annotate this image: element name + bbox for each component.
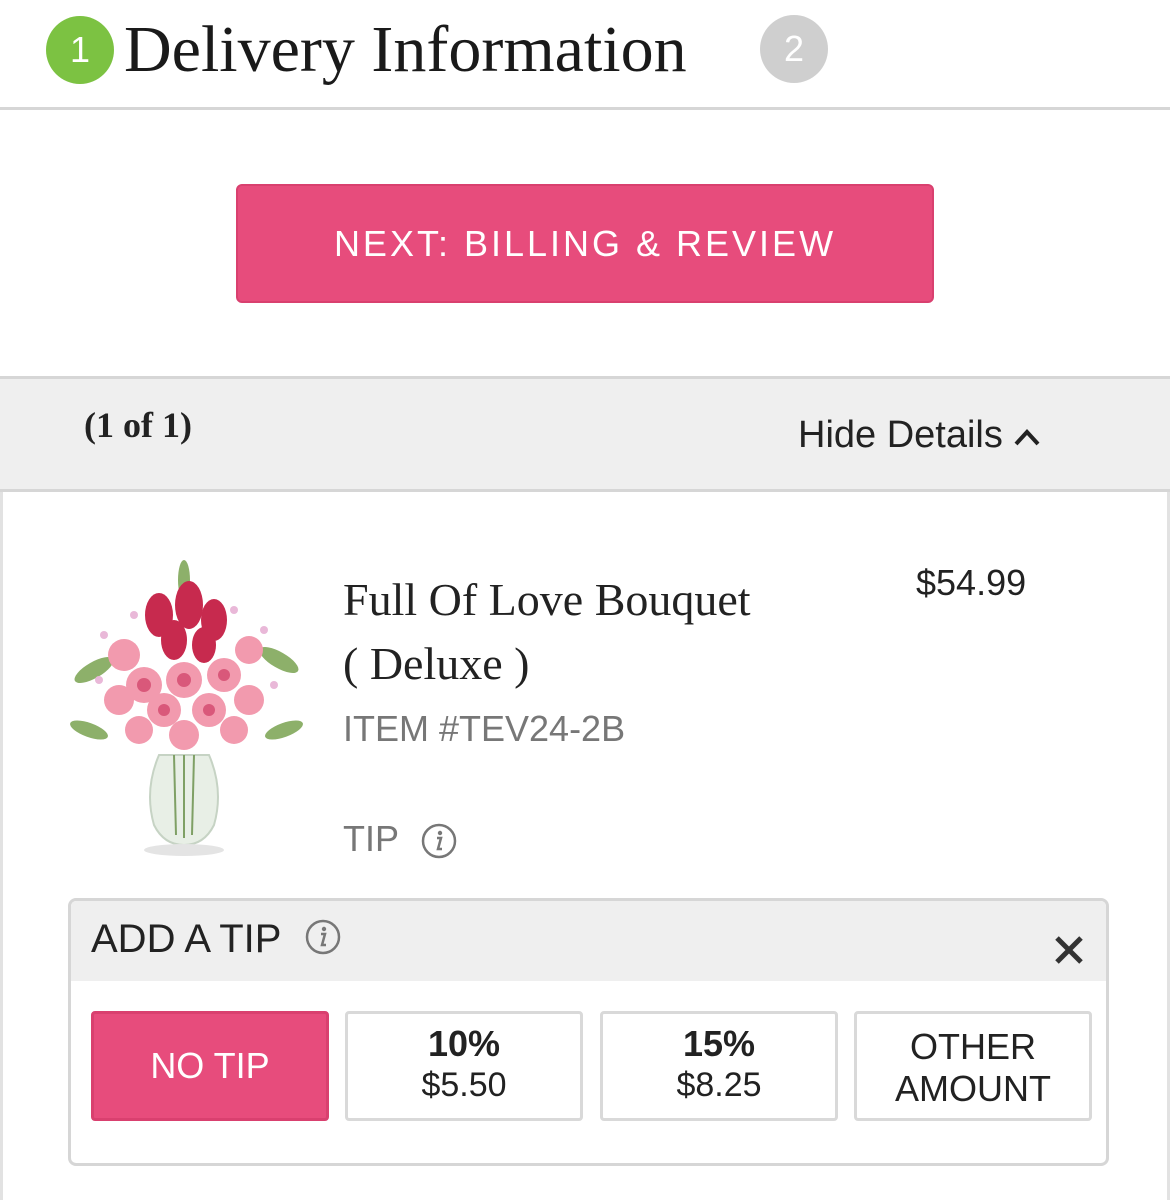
info-icon[interactable] [420, 822, 458, 860]
tip-15-option[interactable]: 15% $8.25 [600, 1011, 838, 1121]
other-amount-line2: AMOUNT [895, 1068, 1051, 1109]
item-count: (1 of 1) [84, 405, 192, 445]
flower-bouquet-image [70, 560, 303, 856]
product-name-line2: ( Deluxe ) [343, 638, 530, 689]
add-tip-panel: ADD A TIP NO TIP 10% $5.50 15% $8.25 OTH… [68, 898, 1109, 1166]
add-tip-header: ADD A TIP [71, 901, 1106, 981]
tip-15-percent: 15% [682, 1023, 756, 1064]
hide-details-toggle[interactable]: Hide Details [798, 414, 1041, 457]
tip-label: TIP [343, 818, 399, 859]
no-tip-option[interactable]: NO TIP [91, 1011, 329, 1121]
tip-10-amount: $5.50 [421, 1066, 507, 1104]
other-amount-line1: OTHER [910, 1026, 1036, 1067]
step-2-indicator[interactable]: 2 [760, 15, 828, 83]
tip-10-option[interactable]: 10% $5.50 [345, 1011, 583, 1121]
product-name: Full Of Love Bouquet ( Deluxe ) [343, 568, 863, 696]
add-tip-title-row: ADD A TIP [91, 917, 342, 962]
hide-details-label: Hide Details [798, 414, 1003, 456]
tip-15-amount: $8.25 [676, 1066, 762, 1104]
info-icon[interactable] [304, 918, 342, 956]
chevron-up-icon [1014, 429, 1040, 446]
close-icon[interactable] [1054, 935, 1084, 965]
no-tip-label: NO TIP [150, 1045, 270, 1086]
product-name-line1: Full Of Love Bouquet [343, 574, 751, 625]
panel-border-left [0, 492, 3, 1200]
item-number: ITEM #TEV24-2B [343, 708, 626, 749]
step-1-indicator: 1 [46, 16, 114, 84]
tip-10-percent: 10% [427, 1023, 501, 1064]
other-amount-option[interactable]: OTHER AMOUNT [854, 1011, 1092, 1121]
next-billing-review-button[interactable]: NEXT: BILLING & REVIEW [236, 184, 934, 303]
step-title: Delivery Information [124, 13, 687, 86]
tip-label-row: TIP [343, 818, 458, 860]
checkout-header: 1 Delivery Information 2 [0, 0, 1170, 110]
add-tip-title: ADD A TIP [91, 917, 281, 961]
product-price: $54.99 [916, 562, 1027, 603]
